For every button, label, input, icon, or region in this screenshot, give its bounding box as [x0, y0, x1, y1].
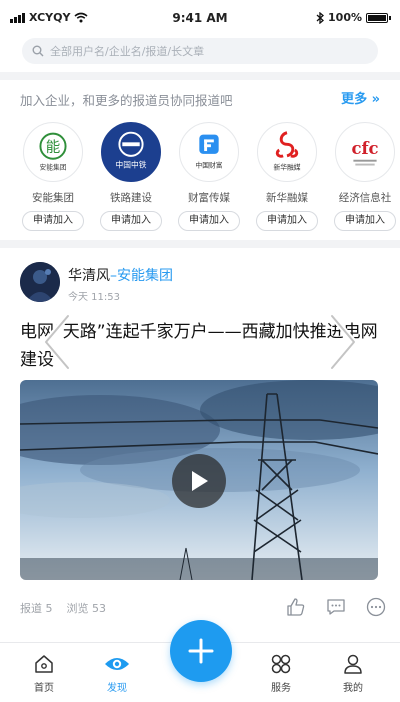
tab-services[interactable]: 服务	[251, 651, 311, 694]
org-logo-anneng: 能 安能集团	[23, 122, 83, 182]
org-logo-text: 中国中铁	[116, 159, 147, 169]
org-name: 安能集团	[32, 192, 74, 204]
user-icon	[344, 654, 362, 674]
apply-join-button[interactable]: 申请加入	[256, 211, 318, 231]
services-icon	[271, 654, 291, 674]
battery-percent: 100%	[328, 11, 362, 24]
org-logo-text: 新华融媒	[273, 162, 300, 171]
chevron-left-icon[interactable]	[38, 310, 78, 374]
tab-discover[interactable]: 发现	[87, 651, 147, 694]
section-divider	[0, 72, 400, 80]
avatar[interactable]	[20, 262, 60, 302]
org-name: 新华融媒	[266, 192, 308, 204]
like-button[interactable]	[284, 595, 308, 619]
org-logo-xinhua: 新华融媒	[257, 122, 317, 182]
search-input[interactable]	[50, 44, 360, 58]
section-divider	[0, 240, 400, 248]
play-icon	[192, 471, 208, 491]
org-logo-crec: 中国中铁	[101, 122, 161, 182]
author-separator: –	[110, 268, 117, 284]
apply-join-button[interactable]: 申请加入	[178, 211, 240, 231]
post-video[interactable]	[20, 380, 378, 580]
status-bar: XCYQY 9:41 AM 100%	[0, 0, 400, 34]
apply-join-button[interactable]: 申请加入	[22, 211, 84, 231]
comment-icon	[327, 599, 345, 615]
tab-label: 发现	[107, 683, 127, 694]
more-link[interactable]: 更多 »	[341, 88, 380, 107]
plus-icon	[188, 638, 214, 664]
org-logo-caifu: 中国财富	[179, 122, 239, 182]
battery-icon	[366, 12, 391, 23]
org-logo-text: cfc	[351, 139, 378, 158]
post-actions	[284, 595, 388, 619]
apply-join-button[interactable]: 申请加入	[334, 211, 396, 231]
search-icon	[32, 45, 44, 57]
add-post-button[interactable]	[170, 620, 232, 682]
post-stats: 报道 5 浏览 53	[20, 600, 106, 616]
tab-label: 服务	[271, 683, 291, 694]
more-options-button[interactable]	[364, 595, 388, 619]
apply-join-button[interactable]: 申请加入	[100, 211, 162, 231]
org-logo-text: 能	[46, 139, 61, 156]
tab-home[interactable]: 首页	[14, 651, 74, 694]
org-card[interactable]: 中国财富 财富传媒 申请加入	[174, 122, 244, 231]
bluetooth-icon	[316, 11, 325, 24]
org-logo-subtext: 安能集团	[39, 162, 66, 171]
org-name: 财富传媒	[188, 192, 230, 204]
org-list: 能 安能集团 安能集团 申请加入 中国中铁 铁路建设 申请加入 中国财富 财富传…	[18, 122, 400, 234]
status-right: 100%	[316, 11, 391, 24]
more-icon	[366, 597, 386, 617]
search-bar[interactable]	[22, 38, 378, 64]
org-logo-cfc: cfc	[335, 122, 395, 182]
thumbs-up-icon	[287, 598, 305, 616]
join-section-header: 加入企业，和更多的报道员协同报道吧 更多 »	[20, 88, 380, 110]
org-card[interactable]: cfc 经济信息社 申请加入	[330, 122, 400, 231]
org-name: 铁路建设	[110, 192, 152, 204]
org-card[interactable]: 中国中铁 铁路建设 申请加入	[96, 122, 166, 231]
author-name: 华清风	[68, 268, 110, 284]
chevron-right-icon[interactable]	[322, 310, 362, 374]
home-icon	[35, 655, 53, 673]
org-name: 经济信息社	[338, 192, 392, 204]
join-prompt: 加入企业，和更多的报道员协同报道吧	[20, 93, 233, 108]
comment-button[interactable]	[324, 595, 348, 619]
org-logo-text: 中国财富	[195, 160, 222, 169]
org-card[interactable]: 新华融媒 新华融媒 申请加入	[252, 122, 322, 231]
author-org[interactable]: 安能集团	[117, 268, 173, 284]
eye-icon	[105, 658, 129, 670]
tab-profile[interactable]: 我的	[323, 651, 383, 694]
post-time: 今天 11:53	[68, 292, 120, 303]
tab-label: 首页	[34, 683, 54, 694]
play-button[interactable]	[172, 454, 226, 508]
org-card[interactable]: 能 安能集团 安能集团 申请加入	[18, 122, 88, 231]
post-author[interactable]: 华清风–安能集团	[68, 265, 173, 285]
report-count: 报道 5	[20, 602, 53, 615]
view-count: 浏览 53	[66, 602, 107, 615]
tab-label: 我的	[343, 683, 363, 694]
